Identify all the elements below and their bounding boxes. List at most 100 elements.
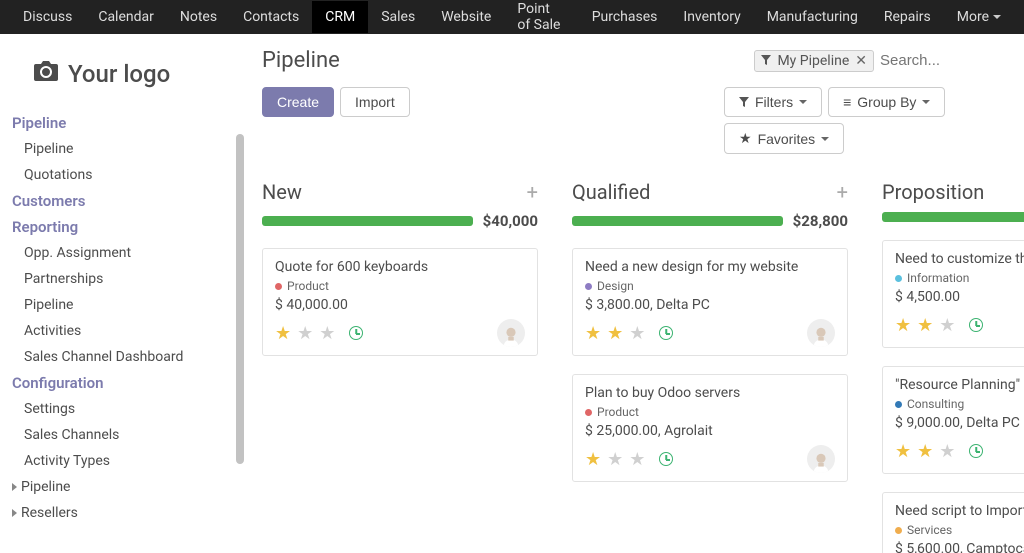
sidebar-expand-pipeline[interactable]: Pipeline: [12, 474, 226, 500]
search-area: My Pipeline ✕: [754, 48, 1024, 73]
sidebar-item-sales-channel-dashboard[interactable]: Sales Channel Dashboard: [12, 344, 226, 370]
tag-label: Information: [907, 271, 969, 285]
sidebar-section-configuration[interactable]: Configuration: [12, 370, 226, 396]
column-progress-bar: [262, 216, 473, 226]
page-title: Pipeline: [262, 48, 340, 73]
priority-star[interactable]: ★: [895, 315, 911, 336]
nav-repairs[interactable]: Repairs: [871, 1, 944, 33]
priority-star[interactable]: ★: [895, 441, 911, 462]
search-input[interactable]: [874, 48, 1024, 73]
priority-star[interactable]: ★: [585, 323, 601, 344]
add-card-button[interactable]: +: [837, 180, 848, 204]
card-tag: Design: [585, 279, 835, 293]
sidebar-item-activity-types[interactable]: Activity Types: [12, 448, 226, 474]
sidebar-section-pipeline[interactable]: Pipeline: [12, 110, 226, 136]
priority-star[interactable]: ★: [939, 315, 955, 336]
priority-star[interactable]: ★: [917, 315, 933, 336]
expand-label: Resellers: [21, 505, 78, 521]
nav-sales[interactable]: Sales: [368, 1, 428, 33]
card-amount: $ 25,000.00, Agrolait: [585, 423, 835, 439]
sidebar-section-reporting[interactable]: Reporting: [12, 214, 226, 240]
user-avatar[interactable]: [807, 319, 835, 347]
priority-star[interactable]: ★: [275, 323, 291, 344]
logo[interactable]: Your logo: [12, 52, 226, 110]
sidebar-item-settings[interactable]: Settings: [12, 396, 226, 422]
facet-remove-icon[interactable]: ✕: [855, 53, 867, 69]
list-icon: ≡: [843, 94, 851, 110]
priority-star[interactable]: ★: [917, 441, 933, 462]
groupby-label: Group By: [857, 94, 916, 110]
column-total: $28,800: [793, 212, 848, 230]
filters-label: Filters: [755, 94, 793, 110]
caret-down-icon: [922, 100, 930, 104]
kanban-column: Qualified+$28,800Need a new design for m…: [572, 180, 848, 553]
card-amount: $ 4,500.00: [895, 289, 1024, 305]
sidebar-expand-resellers[interactable]: Resellers: [12, 500, 226, 526]
tag-label: Design: [597, 279, 634, 293]
activity-clock-icon[interactable]: [969, 444, 983, 458]
search-facet[interactable]: My Pipeline ✕: [754, 50, 874, 72]
nav-manufacturing[interactable]: Manufacturing: [754, 1, 871, 33]
kanban-card[interactable]: "Resource Planning" p developmentConsult…: [882, 366, 1024, 474]
kanban-card[interactable]: Need a new design for my websiteDesign$ …: [572, 248, 848, 356]
main-content: Pipeline My Pipeline ✕ Create Import: [244, 34, 1024, 553]
card-title: Need to customize the: [895, 251, 1024, 267]
priority-star[interactable]: ★: [585, 449, 601, 470]
sidebar-section-customers[interactable]: Customers: [12, 188, 226, 214]
activity-clock-icon[interactable]: [349, 326, 363, 340]
tag-dot-icon: [895, 401, 902, 408]
tag-dot-icon: [275, 283, 282, 290]
nav-purchases[interactable]: Purchases: [579, 1, 671, 33]
filters-dropdown[interactable]: Filters: [724, 87, 822, 117]
nav-website[interactable]: Website: [428, 1, 504, 33]
sidebar-item-opp-assignment[interactable]: Opp. Assignment: [12, 240, 226, 266]
nav-more-dropdown[interactable]: More: [944, 1, 1014, 33]
camera-icon: [34, 61, 58, 87]
user-avatar[interactable]: [807, 445, 835, 473]
sidebar-scrollbar[interactable]: [236, 134, 244, 464]
kanban-card[interactable]: Plan to buy Odoo serversProduct$ 25,000.…: [572, 374, 848, 482]
nav-crm[interactable]: CRM: [312, 1, 368, 33]
facet-label: My Pipeline: [777, 53, 849, 69]
kanban-card[interactable]: Need script to Import eServices$ 5,600.0…: [882, 492, 1024, 553]
tag-dot-icon: [585, 283, 592, 290]
card-tag: Product: [585, 405, 835, 419]
kanban-card[interactable]: Quote for 600 keyboardsProduct$ 40,000.0…: [262, 248, 538, 356]
sidebar-item-report-pipeline[interactable]: Pipeline: [12, 292, 226, 318]
sidebar-item-sales-channels[interactable]: Sales Channels: [12, 422, 226, 448]
nav-more-label: More: [957, 9, 989, 25]
priority-star[interactable]: ★: [939, 441, 955, 462]
triangle-right-icon: [12, 509, 17, 517]
expand-label: Pipeline: [21, 479, 71, 495]
sidebar-item-pipeline[interactable]: Pipeline: [12, 136, 226, 162]
tag-dot-icon: [895, 527, 902, 534]
priority-star[interactable]: ★: [319, 323, 335, 344]
nav-notes[interactable]: Notes: [167, 1, 230, 33]
user-avatar[interactable]: [497, 319, 525, 347]
sidebar-item-activities[interactable]: Activities: [12, 318, 226, 344]
add-card-button[interactable]: +: [527, 180, 538, 204]
kanban-card[interactable]: Need to customize the Information $ 4,500.…: [882, 240, 1024, 348]
favorites-dropdown[interactable]: ★ Favorites: [724, 123, 844, 154]
activity-clock-icon[interactable]: [659, 326, 673, 340]
sidebar-item-quotations[interactable]: Quotations: [12, 162, 226, 188]
import-button[interactable]: Import: [340, 87, 410, 117]
nav-discuss[interactable]: Discuss: [10, 1, 85, 33]
card-amount: $ 40,000.00: [275, 297, 525, 313]
groupby-dropdown[interactable]: ≡ Group By: [828, 87, 945, 117]
nav-contacts[interactable]: Contacts: [230, 1, 312, 33]
priority-star[interactable]: ★: [607, 449, 623, 470]
activity-clock-icon[interactable]: [659, 452, 673, 466]
create-button[interactable]: Create: [262, 87, 334, 117]
card-amount: $ 9,000.00, Delta PC: [895, 415, 1024, 431]
sidebar-item-partnerships[interactable]: Partnerships: [12, 266, 226, 292]
kanban-column: PropositionNeed to customize theInformat…: [882, 180, 1024, 553]
nav-calendar[interactable]: Calendar: [85, 1, 167, 33]
priority-star[interactable]: ★: [629, 323, 645, 344]
card-title: "Resource Planning" p development: [895, 377, 1024, 393]
priority-star[interactable]: ★: [629, 449, 645, 470]
priority-star[interactable]: ★: [297, 323, 313, 344]
nav-inventory[interactable]: Inventory: [670, 1, 753, 33]
priority-star[interactable]: ★: [607, 323, 623, 344]
activity-clock-icon[interactable]: [969, 318, 983, 332]
